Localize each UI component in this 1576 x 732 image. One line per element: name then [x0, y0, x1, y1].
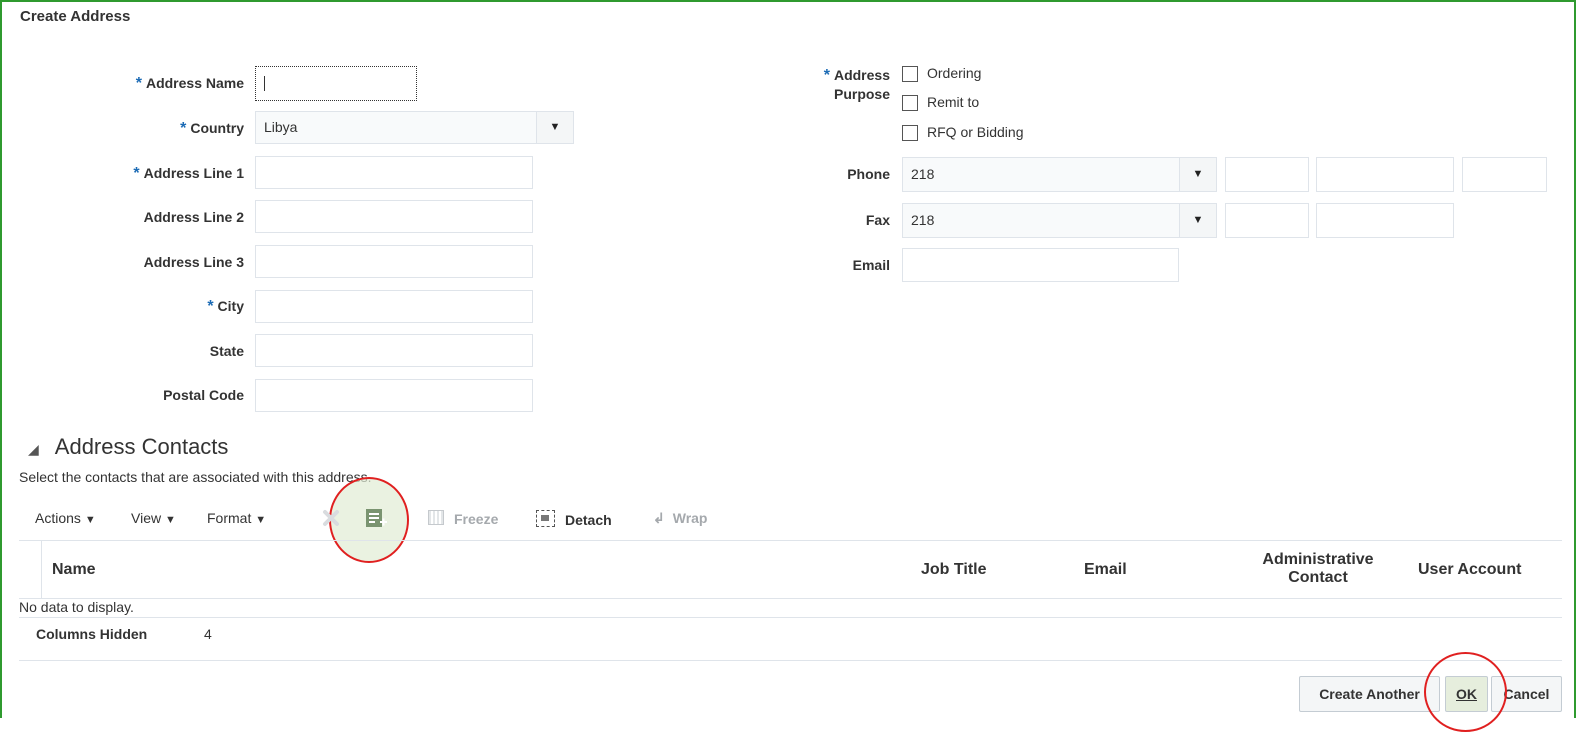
- postal-code-label: Postal Code: [163, 387, 244, 403]
- table-header-rule: [19, 598, 1562, 599]
- phone-area-code-input[interactable]: [1225, 157, 1309, 192]
- ordering-checkbox[interactable]: [902, 66, 918, 83]
- address-line3-input[interactable]: [255, 245, 533, 278]
- state-label: State: [209, 343, 244, 359]
- actions-menu[interactable]: Actions ▼: [35, 510, 96, 526]
- address-contacts-header[interactable]: ◢ Address Contacts: [28, 434, 229, 460]
- purpose-rfq-option[interactable]: RFQ or Bidding: [902, 124, 1023, 142]
- rfq-bidding-checkbox[interactable]: [902, 125, 918, 142]
- address-name-label: * Address Name: [135, 75, 244, 92]
- chevron-down-icon[interactable]: ▼: [536, 112, 573, 143]
- chevron-down-icon[interactable]: ▼: [1179, 204, 1216, 237]
- column-header-name[interactable]: Name: [52, 561, 96, 579]
- remit-to-checkbox[interactable]: [902, 95, 918, 112]
- buttons-rule: [19, 660, 1562, 661]
- column-header-administrative-contact[interactable]: Administrative Contact: [1243, 551, 1393, 587]
- add-row-icon[interactable]: [364, 508, 388, 535]
- email-input[interactable]: [902, 248, 1179, 282]
- dropdown-arrow-icon: ▼: [164, 514, 176, 526]
- fax-area-code-input[interactable]: [1225, 203, 1309, 238]
- table-footer-rule: [19, 617, 1562, 618]
- format-menu[interactable]: Format ▼: [207, 510, 266, 526]
- phone-label: Phone: [847, 166, 890, 182]
- ok-highlight: [1424, 652, 1507, 732]
- freeze-icon: [428, 510, 444, 525]
- address-name-input[interactable]: [255, 66, 417, 101]
- phone-extension-input[interactable]: [1462, 157, 1547, 192]
- column-header-email[interactable]: Email: [1084, 561, 1127, 579]
- row-selector-divider: [41, 540, 42, 598]
- delete-icon[interactable]: [321, 508, 341, 533]
- view-menu[interactable]: View ▼: [131, 510, 176, 526]
- fax-number-input[interactable]: [1316, 203, 1454, 238]
- section-title: Address Contacts: [54, 434, 229, 459]
- phone-number-input[interactable]: [1316, 157, 1454, 192]
- city-input[interactable]: [255, 290, 533, 323]
- state-input[interactable]: [255, 334, 533, 367]
- address-line3-label: Address Line 3: [143, 254, 244, 270]
- wrap-icon: ↲: [653, 510, 665, 526]
- address-purpose-label: * Address Purpose: [823, 67, 890, 102]
- country-value: Libya: [264, 119, 298, 135]
- contacts-hint: Select the contacts that are associated …: [19, 469, 372, 485]
- collapse-triangle-icon[interactable]: ◢: [28, 441, 39, 457]
- purpose-remit-option[interactable]: Remit to: [902, 94, 979, 112]
- phone-country-code-select[interactable]: 218 ▼: [902, 157, 1217, 192]
- dropdown-arrow-icon: ▼: [84, 514, 96, 526]
- fax-country-code-select[interactable]: 218 ▼: [902, 203, 1217, 238]
- create-another-button[interactable]: Create Another: [1299, 676, 1440, 712]
- empty-table-message: No data to display.: [19, 599, 134, 615]
- dialog-title: Create Address: [20, 8, 131, 25]
- freeze-button[interactable]: Freeze: [428, 510, 498, 527]
- detach-button[interactable]: Detach: [536, 510, 612, 528]
- postal-code-input[interactable]: [255, 379, 533, 412]
- address-line1-input[interactable]: [255, 156, 533, 189]
- wrap-button[interactable]: ↲ Wrap: [653, 510, 707, 527]
- columns-hidden-count: 4: [204, 626, 212, 642]
- fax-label: Fax: [865, 212, 890, 228]
- column-header-user-account[interactable]: User Account: [1418, 561, 1521, 579]
- table-top-rule: [19, 540, 1562, 541]
- address-line2-input[interactable]: [255, 200, 533, 233]
- column-header-job-title[interactable]: Job Title: [921, 561, 987, 579]
- email-label: Email: [852, 257, 890, 273]
- fax-country-code-value: 218: [911, 212, 935, 228]
- detach-icon: [536, 510, 555, 527]
- country-select[interactable]: Libya ▼: [255, 111, 574, 144]
- city-label: * City: [207, 298, 244, 315]
- phone-country-code-value: 218: [911, 166, 935, 182]
- text-caret: [264, 75, 265, 91]
- chevron-down-icon[interactable]: ▼: [1179, 158, 1216, 191]
- purpose-ordering-option[interactable]: Ordering: [902, 65, 981, 83]
- address-line1-label: * Address Line 1: [133, 165, 244, 182]
- country-label: * Country: [180, 120, 244, 137]
- dialog-frame: [0, 0, 1576, 718]
- address-line2-label: Address Line 2: [143, 209, 244, 225]
- columns-hidden-label: Columns Hidden: [36, 626, 148, 642]
- dropdown-arrow-icon: ▼: [255, 514, 267, 526]
